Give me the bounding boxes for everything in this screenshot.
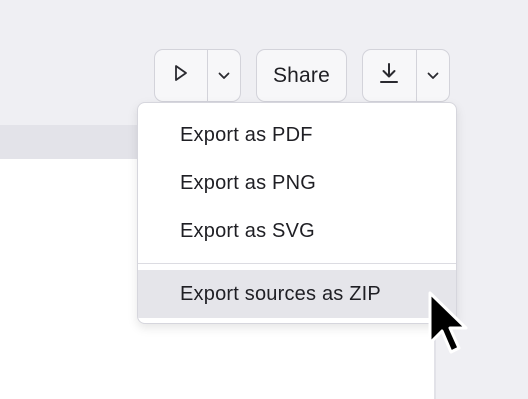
run-button[interactable] [155,50,207,101]
menu-divider [138,263,456,264]
chevron-down-icon [427,67,439,85]
share-button-label: Share [272,63,331,87]
export-png-item[interactable]: Export as PNG [138,159,456,207]
play-icon [174,64,188,87]
download-button[interactable] [363,50,416,101]
download-icon [379,62,399,89]
download-button-group[interactable] [362,49,450,102]
run-menu-toggle[interactable] [206,50,240,101]
menu-item-label: Export as PDF [180,123,313,146]
menu-item-label: Export sources as ZIP [180,282,381,305]
download-menu-toggle[interactable] [415,50,449,101]
menu-item-label: Export as PNG [180,171,316,194]
export-sources-zip-item[interactable]: Export sources as ZIP [138,270,456,318]
run-button-group[interactable] [154,49,241,102]
export-svg-item[interactable]: Export as SVG [138,207,456,255]
chevron-down-icon [218,67,230,85]
menu-item-label: Export as SVG [180,219,315,242]
export-menu: Export as PDF Export as PNG Export as SV… [137,102,457,324]
mouse-pointer-icon [424,289,470,361]
share-button[interactable]: Share [256,49,347,102]
export-pdf-item[interactable]: Export as PDF [138,111,456,159]
